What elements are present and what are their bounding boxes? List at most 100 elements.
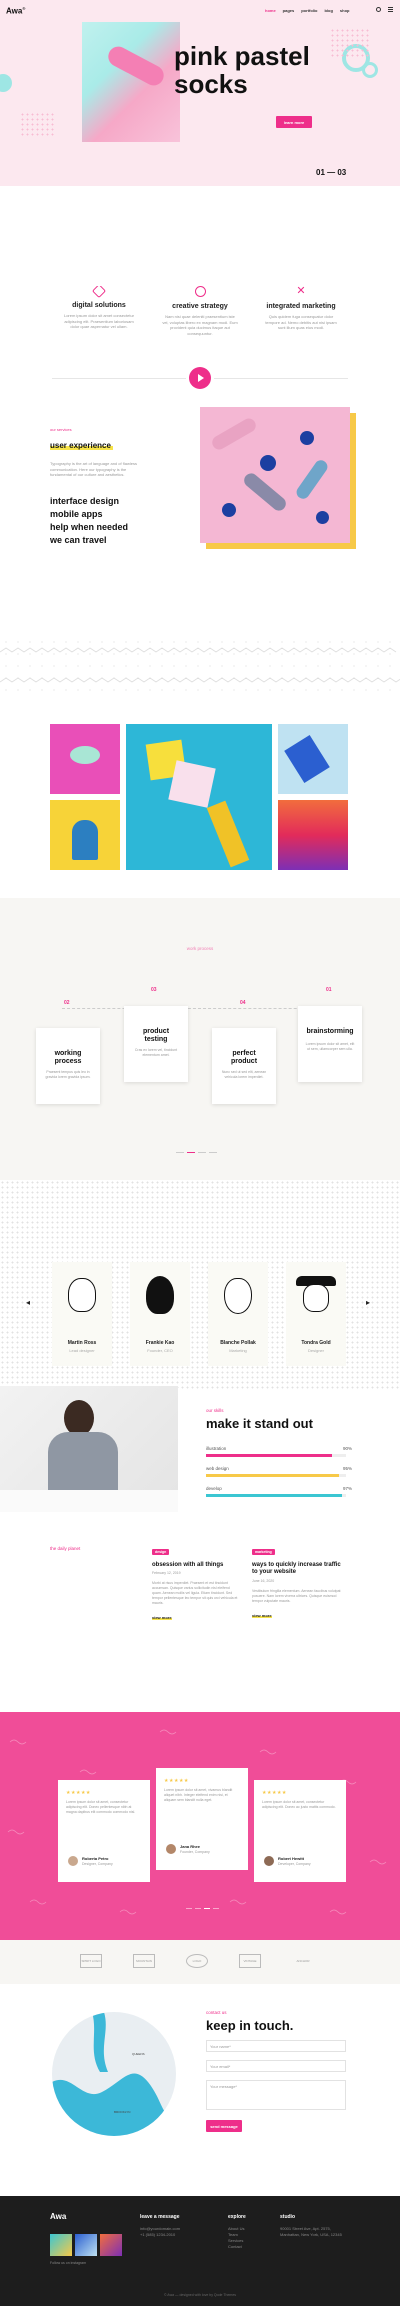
feature-integrated: ✕ integrated marketing Quis quidem fuga … [263,286,339,331]
ball [300,431,314,445]
footer-heading: explore [228,2214,246,2220]
partner-logo[interactable]: VINTAGE [239,1954,261,1968]
nav-pages[interactable]: pages [283,8,295,13]
pagination-dot[interactable] [176,1152,184,1153]
footer-link[interactable]: Contact [228,2244,278,2250]
pagination-dot[interactable] [186,1908,192,1909]
portfolio-item-icecream[interactable] [50,724,120,794]
instagram-thumb[interactable] [50,2234,72,2256]
team-name: Martin Ross [67,1340,97,1346]
avatar [166,1844,176,1854]
footer-copyright: © Awa — designed with love by Qode Theme… [163,2293,237,2297]
team-member[interactable]: Martin Ross Lead designer [52,1262,112,1366]
portfolio-item-featured[interactable] [126,724,272,870]
post-more-link[interactable]: view more [152,1614,172,1620]
post-more-link[interactable]: view more [252,1612,272,1618]
nav-blog[interactable]: blog [324,8,332,13]
step-title: brainstorming [298,1028,362,1036]
step-title-b: process [54,1058,82,1065]
blog-post[interactable]: marketing ways to quickly increase traff… [252,1540,348,1622]
team-section: ◂ ▸ Martin Ross Lead designer Frankie Ka… [0,1180,400,1390]
step-title-a: perfect [232,1050,256,1057]
pagination-dot[interactable] [195,1908,201,1909]
avatar [68,1856,78,1866]
team-member[interactable]: Frankie Kao Founder, CEO [130,1262,190,1366]
testimonial-name: Jana Rhee [180,1844,201,1849]
hero-title: pink pastel socks [174,42,310,98]
testimonial-text: Lorem ipsum dolor sit amet, consectetur … [262,1800,336,1809]
footer-phone[interactable]: +1 (585) 1234-2010 [140,2232,200,2238]
step-title: perfect product [212,1050,276,1066]
team-member[interactable]: Blanche Pollak Marketing [208,1262,268,1366]
play-icon [198,374,204,382]
features-divider-right [214,378,348,379]
email-field[interactable]: Your email* [206,2060,346,2072]
team-next-arrow[interactable]: ▸ [366,1298,370,1307]
pagination-dot[interactable] [213,1908,219,1909]
search-icon[interactable] [376,7,381,12]
testimonial-text: Lorem ipsum dolor sit amet, consectetur … [66,1800,136,1814]
site-footer: Awa Follow us on instagram leave a messa… [0,2196,400,2306]
team-role: Marketing [229,1348,247,1353]
skill-bar-track [206,1454,346,1457]
nav-shop[interactable]: shop [340,8,350,13]
wave-lines [0,647,400,683]
partner-logo[interactable]: ANCHOR [292,1954,314,1968]
post-excerpt: Morbi at risus imperdiet. Praesent et es… [152,1580,238,1605]
step-number: 04 [240,1000,246,1006]
person-body [48,1432,118,1492]
hero-dots-left [20,112,56,138]
instagram-thumb[interactable] [100,2234,122,2256]
nav-portfolio[interactable]: portfolio [301,8,317,13]
testimonial-role: Founder, Company [180,1850,210,1854]
send-message-button[interactable]: send message [206,2120,242,2132]
footer-address: 90001 Street Ave, Apt. 2575, Manhattan, … [280,2226,342,2237]
pagination-dot-active[interactable] [204,1908,210,1909]
footer-col-message: leave a message info@yourdomain.com +1 (… [140,2214,200,2238]
team-prev-arrow[interactable]: ◂ [26,1298,30,1307]
service-item: mobile apps [50,509,103,519]
testimonial-role: Designer, Company [82,1862,113,1866]
footer-heading: leave a message [140,2214,180,2220]
instagram-thumb[interactable] [75,2234,97,2256]
instagram-thumbs [50,2234,122,2256]
process-step: working process Praesent tempus quis leo … [36,1028,100,1104]
hero-learn-more-button[interactable]: learn more [276,116,312,128]
pagination-dot[interactable] [198,1152,206,1153]
step-text: Praesent tempus quis leo in gravida lore… [45,1070,91,1079]
portfolio-item-shapes[interactable] [278,724,348,794]
testimonial-card: ★★★★★ Lorem ipsum dolor sit amet, consec… [254,1780,346,1882]
card-shape [168,760,216,808]
map-label: QUEENS [132,2052,145,2056]
name-field[interactable]: Your name* [206,2040,346,2052]
partner-logo[interactable]: LOGO [186,1954,208,1968]
hero-title-line1: pink pastel [174,41,310,71]
instagram-caption[interactable]: Follow us on instagram [50,2260,86,2266]
skill-label: web design [206,1466,229,1471]
menu-icon[interactable] [388,7,393,12]
skills-section: our skills make it stand out illustratio… [0,1386,400,1512]
rating-stars: ★★★★★ [164,1778,189,1784]
site-logo[interactable]: Awa® [6,6,25,16]
pagination-dot[interactable] [209,1152,217,1153]
skill-bar-track [206,1474,346,1477]
message-field[interactable]: Your message* [206,2080,346,2110]
post-date: June 16, 2020 [252,1579,275,1583]
post-title[interactable]: ways to quickly increase traffic to your… [252,1562,348,1576]
post-tag[interactable]: marketing [252,1549,275,1555]
blog-post[interactable]: design obsession with all things Februar… [152,1540,238,1624]
portfolio-item-mountains[interactable] [278,800,348,870]
footer-logo[interactable]: Awa [50,2212,66,2221]
portfolio-item-guitar[interactable] [50,800,120,870]
post-tag[interactable]: design [152,1549,170,1555]
partner-logo[interactable]: SPIRIT LOGO [80,1954,102,1968]
features-divider-left [52,378,186,379]
team-member[interactable]: Tondra Gold Designer [286,1262,346,1366]
nav-home[interactable]: home [265,8,276,13]
play-video-button[interactable] [189,367,211,389]
pagination-dot-active[interactable] [187,1152,195,1153]
skills-title: make it stand out [206,1416,313,1431]
post-title[interactable]: obsession with all things [152,1562,238,1568]
feature-title: digital solutions [72,302,126,309]
partner-logo[interactable]: MOUNTAIN [133,1954,155,1968]
